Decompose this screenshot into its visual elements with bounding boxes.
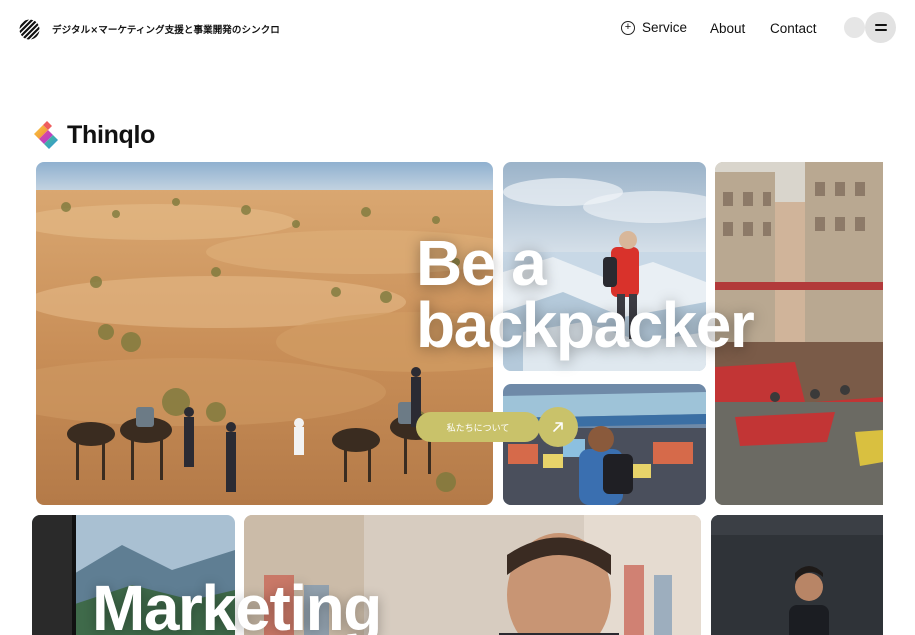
hero-title-line-1: Be a xyxy=(416,227,547,299)
nav-service-link[interactable]: + Service xyxy=(621,20,687,35)
about-us-button[interactable]: 私たちについて xyxy=(416,412,540,442)
hatched-circle-icon[interactable] xyxy=(19,19,40,40)
nav-contact-link[interactable]: Contact xyxy=(770,21,817,36)
brand-name: Thinqlo xyxy=(67,120,156,149)
nav-about-link[interactable]: About xyxy=(710,21,745,36)
plus-circle-icon: + xyxy=(621,20,635,35)
hero-title-line-2: backpacker xyxy=(416,289,755,361)
cursor-circle-button[interactable] xyxy=(844,17,865,38)
market-traveler-photo xyxy=(503,384,706,505)
brand[interactable]: Thinqlo xyxy=(31,118,155,152)
nav-service-label: Service xyxy=(642,20,688,35)
gradient-diamond-logo xyxy=(34,121,58,149)
site-header: デジタル×マーケティング支援と事業開発のシンクロ + Service About… xyxy=(0,0,915,60)
hamburger-icon-line-top xyxy=(874,24,887,26)
marketing-section-title: Marketing xyxy=(92,572,382,635)
arrow-up-right-icon xyxy=(553,422,563,432)
hero-title: Be a backpacker xyxy=(416,227,755,361)
hamburger-icon-line-bottom xyxy=(874,29,887,31)
site-tagline: デジタル×マーケティング支援と事業開発のシンクロ xyxy=(52,25,280,36)
about-us-arrow-button[interactable] xyxy=(538,407,578,447)
menu-button[interactable] xyxy=(865,12,896,43)
walking-man-photo xyxy=(711,515,883,635)
